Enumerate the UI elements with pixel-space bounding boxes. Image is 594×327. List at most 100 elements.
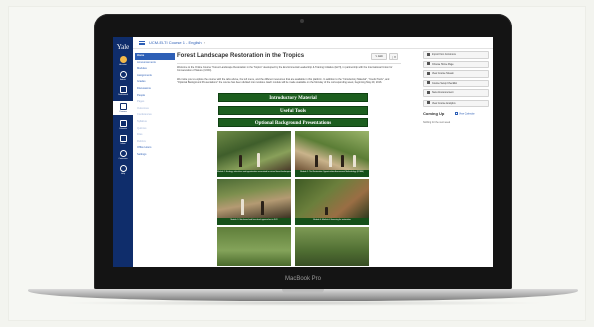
title-divider: [177, 63, 401, 64]
course-nav-assignments[interactable]: Assignments: [135, 73, 175, 80]
course-nav-syllabus[interactable]: Syllabus: [135, 119, 175, 126]
global-nav-admin[interactable]: Admin: [113, 71, 133, 81]
global-nav-calendar[interactable]: Calendar: [113, 120, 133, 130]
course-nav-pages[interactable]: Pages: [135, 99, 175, 106]
view-course-stream-button[interactable]: View Course Stream: [423, 70, 489, 78]
introductory-material-button[interactable]: Introductory Material: [218, 93, 368, 102]
global-nav-label: Inbox: [120, 143, 126, 145]
calendar-icon: [455, 112, 458, 115]
module-1-caption: Module 1: Ecology, silviculture and oppo…: [217, 170, 291, 177]
person-figure: [239, 155, 242, 167]
more-options-button[interactable]: ⋮▾: [389, 53, 398, 60]
person-figure: [261, 201, 264, 215]
course-nav-office-hours[interactable]: Office Hours: [135, 145, 175, 152]
coming-up-empty-text: Nothing for the next week: [423, 121, 451, 124]
course-nav-home[interactable]: Home: [135, 53, 175, 60]
background-presentations-button[interactable]: Optional Background Presentations: [218, 118, 368, 127]
page-title: Forest Landscape Restoration in the Trop…: [177, 53, 305, 59]
laptop-lid: Yale Account Admin Dashboard Courses Cal…: [94, 14, 512, 290]
person-figure: [329, 155, 332, 167]
edit-button[interactable]: ✎ Edit: [371, 53, 387, 60]
course-nav-grades[interactable]: Grades: [135, 79, 175, 86]
course-nav-rubrics[interactable]: Rubrics: [135, 139, 175, 146]
useful-tools-button[interactable]: Useful Tools: [218, 106, 368, 115]
global-nav-label: Account: [119, 64, 127, 66]
courses-icon: [119, 103, 127, 110]
module-tile-2[interactable]: Module 2: The Restoration Opportunities …: [295, 131, 369, 177]
global-nav-commons[interactable]: Commons: [113, 150, 133, 160]
intro-paragraph-2: We invite you to explore the course with…: [177, 78, 390, 85]
new-announcement-button[interactable]: New Announcement: [423, 89, 489, 97]
laptop-notch: [282, 289, 324, 293]
course-nav-modules[interactable]: Modules: [135, 66, 175, 73]
choose-home-page-button[interactable]: Choose Home Page: [423, 60, 489, 68]
coming-up-header: Coming Up View Calendar: [423, 111, 489, 119]
course-setup-checklist-button[interactable]: Course Setup Checklist: [423, 79, 489, 87]
module-grid: Module 1: Ecology, silviculture and oppo…: [217, 131, 369, 267]
module-5-photo: [217, 227, 291, 266]
stream-icon: [427, 71, 430, 75]
commons-icon: [119, 150, 127, 157]
global-nav-label: Admin: [120, 79, 126, 81]
import-from-commons-button[interactable]: Import from Commons: [423, 51, 489, 59]
account-icon: [119, 56, 127, 63]
module-6-photo: [295, 227, 369, 266]
course-nav-settings[interactable]: Settings: [135, 152, 175, 159]
top-bar: UCM-ELTI Course 1 - English ›: [133, 37, 493, 49]
calendar-icon: [119, 120, 127, 127]
module-tile-6[interactable]: [295, 227, 369, 267]
module-4-photo: [295, 179, 369, 218]
global-nav-dashboard[interactable]: Dashboard: [113, 86, 133, 96]
global-nav-label: Dashboard: [118, 94, 128, 96]
yale-logo[interactable]: Yale: [113, 43, 133, 51]
right-sidebar: Import from Commons Choose Home Page Vie…: [423, 51, 489, 267]
button-label: Import from Commons: [432, 53, 456, 56]
view-course-analytics-button[interactable]: View Course Analytics: [423, 99, 489, 107]
button-label: Choose Home Page: [432, 62, 454, 66]
announcement-icon: [427, 90, 430, 94]
module-1-photo: [217, 131, 291, 170]
global-nav-courses[interactable]: Courses: [113, 101, 133, 115]
module-3-caption: Module 3: Site-based and farm-level appr…: [217, 218, 291, 225]
global-nav: Yale Account Admin Dashboard Courses Cal…: [113, 37, 133, 267]
person-figure: [341, 155, 344, 167]
module-tile-1[interactable]: Module 1: Ecology, silviculture and oppo…: [217, 131, 291, 177]
course-nav-files[interactable]: Files: [135, 132, 175, 139]
global-nav-label: Courses: [119, 111, 127, 113]
module-tile-3[interactable]: Module 3: Site-based and farm-level appr…: [217, 179, 291, 225]
inbox-icon: [119, 135, 127, 142]
course-nav-conferences[interactable]: Conferences: [135, 112, 175, 119]
analytics-icon: [427, 101, 430, 104]
course-nav-people[interactable]: People: [135, 93, 175, 100]
backdrop: Yale Account Admin Dashboard Courses Cal…: [0, 0, 594, 327]
module-3-photo: [217, 179, 291, 218]
global-nav-help[interactable]: Help: [113, 165, 133, 175]
person-figure: [257, 153, 260, 167]
course-nav-quizzes[interactable]: Quizzes: [135, 126, 175, 133]
help-icon: [119, 165, 127, 172]
main-content: Forest Landscape Restoration in the Trop…: [177, 51, 417, 267]
admin-icon: [119, 71, 127, 78]
import-icon: [427, 52, 430, 56]
view-calendar-link[interactable]: View Calendar: [455, 112, 475, 116]
module-tile-4[interactable]: Module 4: Markets & financing for restor…: [295, 179, 369, 225]
button-label: View Course Stream: [432, 72, 454, 75]
module-4-caption: Module 4: Markets & financing for restor…: [295, 218, 369, 225]
laptop-shadow: [60, 300, 546, 306]
course-nav-announcements[interactable]: Announcements: [135, 60, 175, 67]
module-tile-5[interactable]: [217, 227, 291, 267]
course-nav-discussions[interactable]: Discussions: [135, 86, 175, 93]
person-figure: [325, 207, 328, 215]
breadcrumb-separator: ›: [203, 40, 206, 45]
global-nav-label: Calendar: [118, 128, 128, 130]
checklist-icon: [427, 81, 430, 84]
global-nav-account[interactable]: Account: [113, 56, 133, 66]
intro-paragraph-1: Welcome to the Online Course "Forest Lan…: [177, 66, 393, 73]
camera-icon: [300, 19, 304, 23]
global-nav-inbox[interactable]: Inbox: [113, 135, 133, 145]
hamburger-menu-icon[interactable]: [139, 41, 145, 45]
course-nav-outcomes[interactable]: Outcomes: [135, 106, 175, 113]
breadcrumb-course[interactable]: UCM-ELTI Course 1 - English: [149, 40, 202, 45]
course-nav: Home Announcements Modules Assignments G…: [135, 53, 175, 159]
button-label: New Announcement: [432, 91, 454, 94]
